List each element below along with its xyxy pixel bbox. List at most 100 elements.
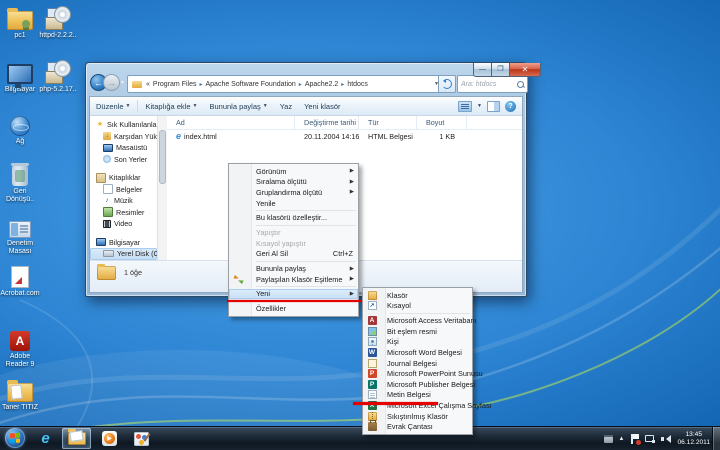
menu-item-bu-klas-r-zelle-tir-[interactable]: Bu klasörü özelleştir...	[229, 213, 358, 224]
preview-pane-icon[interactable]	[487, 101, 500, 112]
column-header-ad[interactable]: Ad	[167, 116, 295, 129]
menu-item-label: Yeni	[256, 289, 270, 298]
search-input[interactable]: Ara: htdocs	[457, 75, 528, 93]
column-header-boyut[interactable]: Boyut	[417, 116, 467, 129]
menu-item-microsoft-access-veritaban-[interactable]: AMicrosoft Access Veritabanı	[363, 315, 472, 326]
column-header-t-r[interactable]: Tür	[359, 116, 417, 129]
desktop-icon-taner-titiz[interactable]: Taner TITIZ	[0, 376, 40, 412]
desktop-icon-label: Denetim Masası	[0, 240, 40, 256]
menu-item-grupland-rma-l-t-[interactable]: Gruplandırma ölçütü▶	[229, 187, 358, 198]
desktop-icon-bilgisayar[interactable]: Bilgisayar	[0, 58, 40, 94]
close-button[interactable]: ✕	[510, 63, 541, 77]
menu-item-s-k-t-r-lm-klas-r[interactable]: Sıkıştırılmış Klasör	[363, 411, 472, 422]
volume-icon[interactable]	[661, 434, 671, 443]
breadcrumb-segment[interactable]: Program Files	[153, 81, 197, 88]
menu-item-journal-belgesi[interactable]: Journal Belgesi	[363, 358, 472, 369]
sidebar-scrollbar[interactable]	[157, 116, 167, 265]
breadcrumb-segment[interactable]: Apache Software Foundation	[206, 81, 296, 88]
sidebar-item-son-yerler[interactable]: Son Yerler	[90, 154, 157, 166]
help-icon[interactable]: ?	[505, 101, 516, 112]
sidebar-item-video[interactable]: Video	[90, 218, 157, 230]
sidebar-item-yerel-disk-c-[interactable]: Yerel Disk (C:)	[90, 248, 157, 260]
menu-item-microsoft-powerpoint-sunusu[interactable]: PMicrosoft PowerPoint Sunusu	[363, 368, 472, 379]
toolbar-button-d-zenle[interactable]: Düzenle▼	[90, 97, 136, 115]
column-header-de-i-tirme-tarihi[interactable]: Değiştirme tarihi	[295, 116, 359, 129]
history-dropdown-icon[interactable]: ▼	[120, 80, 125, 86]
menu-item-label: Bununla paylaş	[256, 264, 306, 273]
menu-item-label: Geri Al Sil	[256, 249, 288, 258]
submenu-arrow-icon: ▶	[350, 179, 354, 185]
toolbar-button-kitapl-a-ekle[interactable]: Kitaplığa ekle▼	[139, 97, 203, 115]
menu-item-metin-belgesi[interactable]: Metin Belgesi	[363, 390, 472, 401]
toolbar-button-label: Yaz	[280, 102, 292, 111]
desktop-icon-acrobat-com[interactable]: Acrobat.com	[0, 262, 40, 298]
forward-button[interactable]: →	[103, 74, 120, 91]
menu-item-label: Yenile	[256, 199, 276, 208]
table-row[interactable]: eindex.html20.11.2004 14:16HTML Belgesi1…	[167, 130, 522, 143]
menu-item-geri-al-sil[interactable]: Geri Al SilCtrl+Z	[229, 249, 358, 260]
network-icon[interactable]	[645, 434, 655, 443]
desktop-icon-php-5-2-17-[interactable]: php-5.2.17..	[38, 58, 78, 94]
sidebar-item-s-k-kullan-lanlar[interactable]: ★Sık Kullanılanlar	[90, 119, 157, 131]
menu-item-bit-e-lem-resmi[interactable]: Bit eşlem resmi	[363, 326, 472, 337]
taskbar-windows-explorer[interactable]	[62, 428, 91, 449]
desktop-icon-geri-d-n-[interactable]: Geri Dönüşü..	[0, 160, 40, 204]
desktop-icon-denetim-masas-[interactable]: Denetim Masası	[0, 212, 40, 256]
briefcase-icon	[368, 422, 377, 431]
action-center-flag-icon[interactable]	[630, 434, 639, 444]
sidebar-item-m-zik[interactable]: ♪Müzik	[90, 195, 157, 207]
toolbar-button-yaz[interactable]: Yaz	[274, 97, 298, 115]
menu-item-g-r-n-m[interactable]: Görünüm▶	[229, 166, 358, 177]
taskbar-internet-explorer[interactable]: e	[31, 428, 60, 449]
start-button[interactable]	[5, 428, 25, 448]
menu-item-ki-i[interactable]: Kişi	[363, 337, 472, 348]
menu-item--zellikler[interactable]: Özellikler	[229, 303, 358, 314]
tray-app-icon[interactable]	[604, 435, 613, 443]
menu-item-microsoft-publisher-belgesi[interactable]: PMicrosoft Publisher Belgesi	[363, 379, 472, 390]
submenu-arrow-icon: ▶	[350, 168, 354, 174]
desktop-icon-adobe-reader-9[interactable]: AAdobe Reader 9	[0, 325, 40, 369]
menu-item-yeni[interactable]: Yeni▶	[229, 289, 358, 300]
taskbar-clock[interactable]: 13:45 06.12.2011	[677, 431, 712, 447]
toolbar-button-label: Düzenle	[96, 102, 124, 111]
view-dropdown-icon[interactable]: ▼	[477, 103, 482, 109]
sidebar-item-kitapl-klar[interactable]: Kitaplıklar	[90, 172, 157, 184]
desktop-icon-a-[interactable]: Ağ	[0, 110, 40, 146]
menu-item-payla-lan-klas-r-e-itleme[interactable]: Paylaşılan Klasör Eşitleme▶	[229, 274, 358, 285]
scrollbar-thumb[interactable]	[159, 130, 166, 184]
taskbar-paint[interactable]	[127, 428, 156, 449]
sidebar-item-resimler[interactable]: Resimler	[90, 207, 157, 219]
menu-item-klas-r[interactable]: Klasör	[363, 290, 472, 301]
taskbar-media-player[interactable]: ▶	[95, 428, 124, 449]
desktop-icon-label: php-5.2.17..	[39, 86, 76, 94]
refresh-button[interactable]	[438, 75, 456, 93]
toolbar-button-yeni-klas-r[interactable]: Yeni klasör	[298, 97, 346, 115]
sidebar-item-masa-st-[interactable]: Masaüstü	[90, 142, 157, 154]
breadcrumb-segment[interactable]: htdocs	[347, 81, 368, 88]
menu-item-k-sayol[interactable]: ↗Kısayol	[363, 301, 472, 312]
sidebar-item-label: Masaüstü	[116, 143, 147, 152]
menu-item-evrak-antas-[interactable]: Evrak Çantası	[363, 421, 472, 432]
maximize-button[interactable]: ❐	[492, 63, 510, 77]
menu-item-label: Microsoft Word Belgesi	[387, 348, 462, 357]
address-bar[interactable]: «Program Files▸Apache Software Foundatio…	[127, 75, 443, 93]
sidebar-item-kar-dan-y-klem[interactable]: ↓Karşıdan Yüklem	[90, 131, 157, 143]
sidebar-item-bilgisayar[interactable]: Bilgisayar	[90, 237, 157, 249]
menu-item-yenile[interactable]: Yenile	[229, 198, 358, 209]
desktop-icon-httpd-2-2-2-[interactable]: httpd-2.2.2..	[38, 4, 78, 40]
minimize-button[interactable]: —	[473, 63, 492, 77]
menu-item-s-ralama-l-t-[interactable]: Sıralama ölçütü▶	[229, 177, 358, 188]
breadcrumb-segment[interactable]: Apache2.2	[305, 81, 338, 88]
menu-item-microsoft-word-belgesi[interactable]: WMicrosoft Word Belgesi	[363, 347, 472, 358]
menu-item-bununla-payla-[interactable]: Bununla paylaş▶	[229, 263, 358, 274]
change-view-icon[interactable]	[458, 101, 472, 112]
show-desktop-button[interactable]	[712, 427, 720, 450]
status-folder-icon	[97, 266, 116, 280]
up-arrow-icon[interactable]: ▲	[619, 435, 625, 443]
recycle-bin-icon	[12, 166, 28, 186]
desktop-icon-pc1[interactable]: pc1	[0, 4, 40, 40]
sidebar-item-belgeler[interactable]: Belgeler	[90, 184, 157, 196]
menu-item-label: Paylaşılan Klasör Eşitleme	[256, 275, 342, 284]
file-type-cell: HTML Belgesi	[359, 132, 417, 141]
toolbar-button-bununla-payla-[interactable]: Bununla paylaş▼	[203, 97, 273, 115]
